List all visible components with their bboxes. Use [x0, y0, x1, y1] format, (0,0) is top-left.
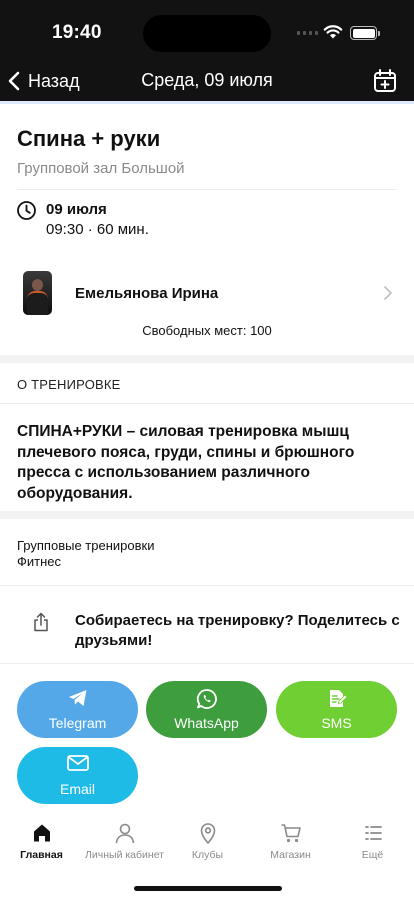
divider — [0, 403, 414, 404]
trainer-avatar — [23, 271, 52, 315]
header-divider — [0, 101, 414, 104]
tab-shop[interactable]: Магазин — [249, 822, 332, 861]
tag-item: Фитнес — [17, 554, 62, 569]
mail-icon — [66, 755, 89, 771]
divider — [0, 663, 414, 664]
class-location: Групповой зал Большой — [17, 160, 185, 177]
tab-label: Личный кабинет — [85, 849, 164, 861]
tab-account[interactable]: Личный кабинет — [83, 822, 166, 861]
tab-home[interactable]: Главная — [0, 822, 83, 861]
tab-label: Клубы — [191, 849, 224, 861]
dynamic-island — [143, 15, 271, 52]
battery-icon — [350, 26, 380, 40]
telegram-share-button[interactable]: Telegram — [17, 681, 138, 738]
sms-icon — [329, 690, 348, 707]
location-pin-icon — [200, 823, 215, 844]
calendar-plus-icon[interactable] — [372, 68, 398, 94]
section-gap — [0, 511, 414, 519]
divider — [0, 585, 414, 586]
email-label: Email — [59, 781, 95, 797]
more-list-icon — [364, 826, 382, 840]
tab-clubs[interactable]: Клубы — [166, 822, 249, 861]
signal-icon — [297, 31, 318, 35]
home-icon — [33, 824, 50, 842]
tag-item: Групповые тренировки — [17, 538, 155, 553]
tab-label: Ещё — [361, 849, 384, 861]
sms-share-button[interactable]: SMS — [276, 681, 397, 738]
whatsapp-label: WhatsApp — [174, 715, 239, 731]
page-title: Среда, 09 июля — [141, 70, 273, 90]
class-time: 09:30 · 60 мин. — [46, 221, 149, 238]
class-date: 09 июля — [46, 201, 107, 218]
tab-label: Главная — [20, 849, 63, 861]
tab-label: Магазин — [270, 849, 311, 861]
tab-more[interactable]: Ещё — [331, 822, 414, 861]
class-title: Спина + руки — [17, 126, 161, 151]
section-gap — [0, 355, 414, 363]
trainer-row[interactable]: Емельянова Ирина — [0, 266, 414, 322]
wifi-icon — [323, 25, 343, 39]
trainer-name: Емельянова Ирина — [75, 285, 219, 302]
status-time: 19:40 — [52, 22, 102, 43]
whatsapp-icon — [196, 689, 217, 709]
whatsapp-share-button[interactable]: WhatsApp — [146, 681, 267, 738]
divider — [17, 189, 397, 190]
home-indicator — [134, 886, 282, 891]
telegram-icon — [68, 690, 86, 706]
telegram-label: Telegram — [48, 715, 107, 731]
email-share-button[interactable]: Email — [17, 747, 138, 804]
class-tags: Групповые тренировки Фитнес — [17, 538, 154, 570]
about-description: СПИНА+РУКИ – силовая тренировка мышц пле… — [17, 423, 355, 502]
cart-icon — [281, 824, 301, 843]
about-heading: О ТРЕНИРОВКЕ — [17, 377, 121, 392]
person-icon — [115, 823, 134, 844]
clock-icon — [17, 201, 36, 220]
app-header: 19:40 Назад Среда, 09 июля — [0, 0, 414, 104]
free-seats: Свободных мест: 100 — [142, 323, 272, 338]
chevron-right-icon — [384, 286, 392, 300]
share-icon — [34, 612, 48, 632]
share-prompt: Собираетесь на тренировку? Поделитесь с … — [75, 612, 400, 649]
sms-label: SMS — [321, 715, 352, 731]
